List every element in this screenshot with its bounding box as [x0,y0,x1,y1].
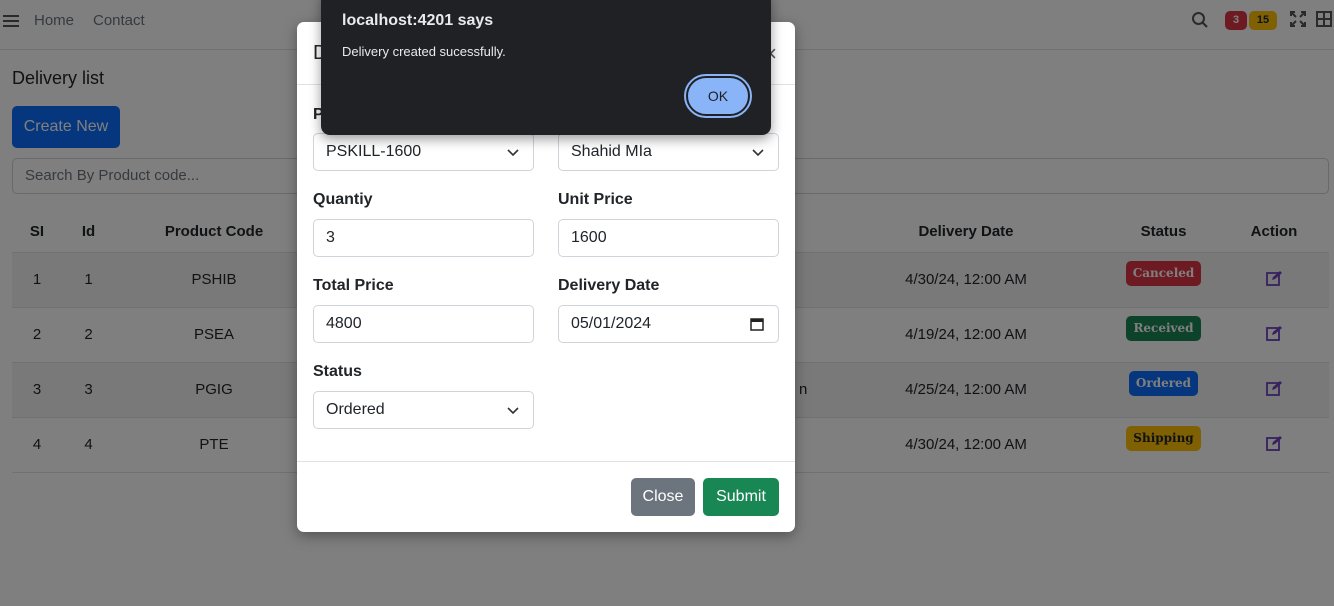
total-price-input[interactable]: 4800 [313,305,534,343]
chevron-down-icon [507,407,519,415]
chevron-down-icon [507,149,519,157]
unit-price-label: Unit Price [558,191,633,208]
calendar-icon[interactable] [750,317,764,331]
status-select[interactable]: Ordered [313,391,534,429]
chevron-down-icon [752,149,764,157]
alert-title: localhost:4201 says [342,12,494,29]
delivery-date-label: Delivery Date [558,277,660,294]
total-price-label: Total Price [313,277,394,294]
alert-ok-button[interactable]: OK [684,74,752,118]
modal-footer: Close Submit [297,461,795,532]
product-select-value: PSKILL-1600 [326,143,422,160]
alert-message: Delivery created sucessfully. [342,44,506,59]
quantity-input[interactable]: 3 [313,219,534,257]
delivery-date-input[interactable]: 05/01/2024 [558,305,779,343]
unit-price-input[interactable]: 1600 [558,219,779,257]
browser-alert-dialog: localhost:4201 says Delivery created suc… [321,0,771,135]
submit-button[interactable]: Submit [703,478,779,516]
status-label: Status [313,363,362,380]
close-button[interactable]: Close [631,478,695,516]
customer-select[interactable]: Shahid MIa [558,133,779,171]
status-select-value: Ordered [326,401,385,418]
product-select[interactable]: PSKILL-1600 [313,133,534,171]
delivery-date-value: 05/01/2024 [571,315,652,332]
customer-select-value: Shahid MIa [571,143,652,160]
quantity-label: Quantiy [313,191,373,208]
